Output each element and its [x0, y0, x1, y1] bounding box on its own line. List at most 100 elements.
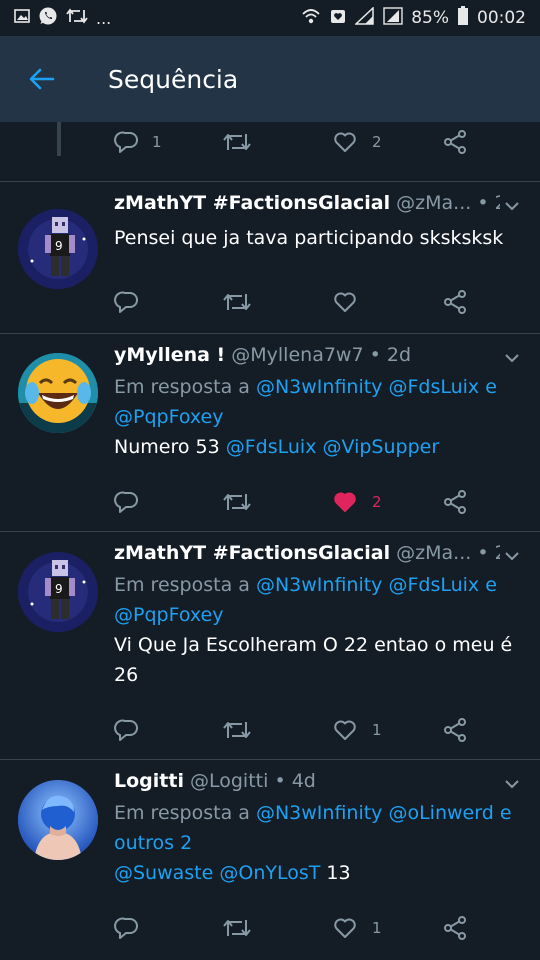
mention-link[interactable]: @FdsLuix — [226, 436, 317, 458]
chevron-down-icon — [505, 202, 519, 211]
mention-link[interactable]: @oLinwerd — [388, 802, 493, 824]
back-button[interactable] — [0, 36, 84, 122]
retweet-icon — [223, 919, 251, 937]
reply-join: e — [485, 376, 497, 398]
timestamp: • 2d — [477, 192, 500, 214]
reply-button[interactable] — [112, 710, 222, 750]
mention-link[interactable]: @FdsLuix — [388, 574, 479, 596]
retweet-button[interactable] — [222, 482, 332, 522]
display-name[interactable]: yMyllena ! — [114, 344, 225, 366]
mention-link[interactable]: @PqpFoxey — [114, 406, 223, 428]
mention-link[interactable]: @PqpFoxey — [114, 604, 223, 626]
retweet-button[interactable] — [222, 710, 332, 750]
reply-count: 1 — [152, 133, 162, 151]
reply-context: Em resposta a @N3wInfinity @FdsLuix e — [114, 372, 516, 402]
handle[interactable]: @Logitti — [190, 770, 268, 792]
mention-link[interactable]: @FdsLuix — [388, 376, 479, 398]
battery-percent: 85% — [411, 8, 449, 28]
handle[interactable]: @zMa... — [396, 542, 471, 564]
chevron-down-icon — [505, 354, 519, 363]
tweet-menu-button[interactable] — [502, 774, 522, 794]
reply-others-link[interactable]: outros 2 — [114, 832, 192, 854]
display-name[interactable]: Logitti — [114, 770, 184, 792]
like-count: 2 — [372, 133, 382, 151]
whatsapp-icon — [38, 6, 58, 31]
alarm-icon — [329, 7, 347, 30]
status-bar: ... 85% 00:02 — [0, 0, 540, 36]
tweet[interactable]: Logitti @Logitti • 4d Em resposta a @N3w… — [0, 760, 540, 960]
retweet-icon — [223, 293, 251, 311]
svg-text:9: 9 — [55, 582, 63, 596]
like-button[interactable] — [332, 282, 442, 322]
avatar[interactable]: 9 — [18, 209, 98, 289]
reply-icon — [114, 917, 138, 939]
mention-link[interactable]: @VipSupper — [323, 436, 440, 458]
like-button[interactable]: 2 — [332, 122, 442, 162]
like-button[interactable]: 2 — [332, 482, 442, 522]
reply-button[interactable] — [112, 482, 222, 522]
tweet[interactable]: 9 zMathYT #FactionsGlacial @zMa... • 2d … — [0, 532, 540, 760]
share-button[interactable] — [442, 908, 468, 948]
reply-icon — [114, 131, 138, 153]
handle[interactable]: @Myllena7w7 — [231, 344, 363, 366]
mention-link[interactable]: @Suwaste — [114, 862, 213, 884]
timestamp: • 2d — [369, 344, 412, 366]
like-count: 1 — [372, 721, 382, 739]
reply-button[interactable] — [112, 282, 222, 322]
mention-link[interactable]: @N3wInfinity — [256, 802, 382, 824]
reply-button[interactable]: 1 — [112, 122, 222, 162]
reply-context-line2: @PqpFoxey — [114, 600, 516, 630]
share-button[interactable] — [442, 710, 468, 750]
reply-join: e — [499, 802, 512, 824]
like-button[interactable]: 1 — [332, 710, 442, 750]
signal-icon — [383, 6, 403, 30]
retweet-button[interactable] — [222, 908, 332, 948]
timestamp: • 4d — [274, 770, 316, 792]
reply-context: Em resposta a @N3wInfinity @FdsLuix e — [114, 570, 516, 600]
retweet-button[interactable] — [222, 282, 332, 322]
share-button[interactable] — [442, 122, 468, 162]
tweet-text: @Suwaste @OnYLosT 13 — [114, 858, 516, 888]
handle[interactable]: @zMa... — [396, 192, 471, 214]
tweet-header: Logitti @Logitti • 4d — [114, 770, 500, 792]
reply-context: Em resposta a @N3wInfinity @oLinwerd e — [114, 798, 516, 828]
share-icon — [444, 718, 466, 742]
tweet-menu-button[interactable] — [502, 546, 522, 566]
heart-icon — [334, 720, 356, 740]
display-name[interactable]: zMathYT #FactionsGlacial — [114, 192, 390, 214]
mention-link[interactable]: @N3wInfinity — [256, 574, 382, 596]
like-count: 1 — [372, 919, 382, 937]
avatar[interactable] — [18, 353, 98, 433]
reply-icon — [114, 719, 138, 741]
battery-icon — [457, 5, 469, 31]
timestamp: • 2d — [477, 542, 500, 564]
retweet-button[interactable] — [222, 122, 332, 162]
wifi-icon — [301, 7, 321, 30]
mention-link[interactable]: @OnYLosT — [219, 862, 320, 884]
share-icon — [444, 916, 466, 940]
mention-link[interactable]: @N3wInfinity — [256, 376, 382, 398]
like-button[interactable]: 1 — [332, 908, 442, 948]
tweet[interactable]: 9 zMathYT #FactionsGlacial @zMa... • 2d … — [0, 182, 540, 334]
reply-button[interactable] — [112, 908, 222, 948]
thread-feed[interactable]: 1 2 9 zMathYT #FactionsGlacial @zMa... •… — [0, 122, 540, 960]
share-button[interactable] — [442, 482, 468, 522]
avatar[interactable]: 9 — [18, 552, 98, 632]
svg-text:9: 9 — [55, 239, 63, 253]
thread-line — [57, 122, 61, 156]
tweet-text-line1: Vi Que Ja Escolheram O 22 entao o meu é — [114, 634, 513, 656]
tweet-menu-button[interactable] — [502, 196, 522, 216]
heart-icon — [334, 918, 356, 938]
image-icon — [14, 8, 30, 28]
share-icon — [444, 130, 466, 154]
tweet[interactable]: yMyllena ! @Myllena7w7 • 2d Em resposta … — [0, 334, 540, 532]
heart-icon — [334, 292, 356, 312]
heart-icon — [334, 132, 356, 152]
avatar[interactable] — [18, 780, 98, 860]
reply-icon — [114, 291, 138, 313]
display-name[interactable]: zMathYT #FactionsGlacial — [114, 542, 390, 564]
share-button[interactable] — [442, 282, 468, 322]
reply-prefix: Em resposta a — [114, 574, 250, 596]
tweet-menu-button[interactable] — [502, 348, 522, 368]
heart-filled-icon — [334, 492, 356, 512]
